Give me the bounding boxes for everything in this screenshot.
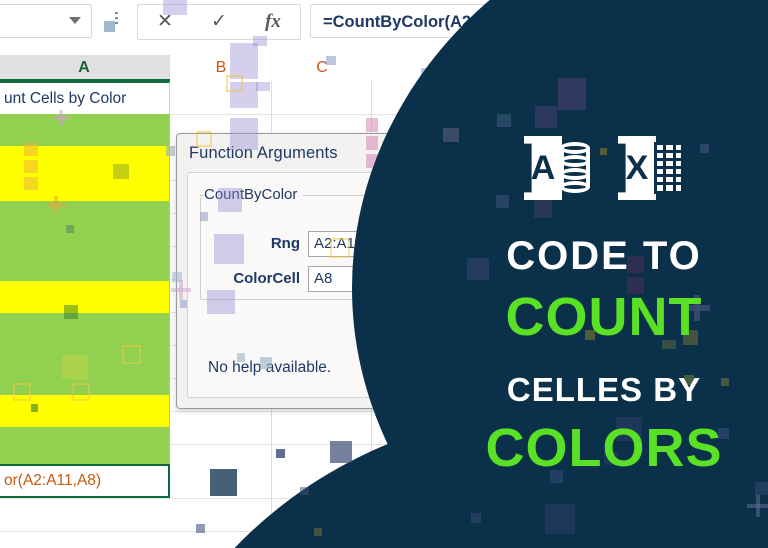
decor-square bbox=[314, 528, 322, 536]
cell-a11-active[interactable]: or(A2:A11,A8) bbox=[0, 464, 170, 498]
decor-square-outline bbox=[122, 345, 141, 364]
argument-value-colorcell: A8 bbox=[314, 270, 333, 287]
headline-line-3: CELLES BY bbox=[506, 371, 702, 408]
decor-square bbox=[180, 300, 187, 308]
decor-square bbox=[218, 188, 242, 212]
dots-icon bbox=[115, 12, 118, 24]
decor-plus bbox=[53, 110, 69, 126]
headline-line-2: COUNT bbox=[505, 287, 703, 347]
cell-a2[interactable] bbox=[0, 114, 170, 146]
decor-square bbox=[196, 524, 205, 533]
name-box[interactable] bbox=[0, 4, 92, 38]
decor-square bbox=[276, 449, 285, 458]
column-header-a-label: A bbox=[78, 59, 90, 76]
decor-square bbox=[300, 487, 309, 495]
decor-square bbox=[230, 43, 258, 79]
decor-square bbox=[24, 160, 38, 173]
decor-square bbox=[166, 146, 175, 156]
argument-label-colorcell: ColorCell bbox=[233, 270, 300, 287]
insert-function-icon[interactable]: fx bbox=[246, 5, 300, 39]
decor-square bbox=[210, 469, 237, 496]
decor-square bbox=[260, 357, 272, 369]
excel-grid-glyph bbox=[654, 142, 684, 194]
decor-square-outline bbox=[196, 131, 212, 147]
promo-overlay: A X CODE TO COUNT CELLES BY COLORS bbox=[440, 0, 768, 548]
decor-square-outline bbox=[13, 383, 31, 401]
cell-a10[interactable] bbox=[0, 427, 170, 464]
cell-a1[interactable]: unt Cells by Color bbox=[0, 81, 170, 114]
decor-square-outline bbox=[72, 383, 90, 401]
decor-square bbox=[256, 82, 270, 91]
spreadsheet-grid-icon bbox=[654, 142, 684, 194]
decor-square-outline bbox=[226, 75, 243, 92]
decor-square bbox=[326, 56, 336, 65]
decor-square bbox=[253, 36, 267, 46]
decor-square bbox=[214, 234, 244, 264]
enter-formula-icon[interactable]: ✓ bbox=[192, 5, 246, 39]
decor-square-outline bbox=[330, 238, 350, 258]
decor-square bbox=[163, 0, 187, 15]
decor-square bbox=[62, 355, 88, 379]
mini-box-icon bbox=[104, 21, 115, 32]
insert-function-mini-icon[interactable] bbox=[104, 12, 118, 32]
cell-a4[interactable] bbox=[0, 201, 170, 281]
column-header-b-label: B bbox=[215, 59, 227, 76]
decor-square bbox=[366, 118, 378, 132]
decor-square bbox=[200, 212, 208, 221]
access-letter: A bbox=[530, 148, 556, 187]
headline-line-1: CODE TO bbox=[506, 234, 702, 278]
decor-square bbox=[64, 305, 78, 319]
cell-a6[interactable] bbox=[0, 281, 170, 313]
decor-square bbox=[113, 164, 129, 179]
cell-a1-value: unt Cells by Color bbox=[4, 89, 127, 107]
decor-square bbox=[366, 136, 378, 150]
chevron-down-icon[interactable] bbox=[69, 17, 81, 24]
microsoft-access-icon: A bbox=[524, 134, 590, 202]
column-header-a[interactable]: A bbox=[0, 55, 170, 81]
screenshot-canvas: ✕ ✓ fx =CountByColor(A2:A11,A8) A B C D bbox=[0, 0, 768, 548]
decor-square bbox=[24, 143, 38, 156]
microsoft-excel-icon: X bbox=[618, 134, 684, 202]
cell-a11-value: or(A2:A11,A8) bbox=[4, 472, 102, 489]
decor-plus bbox=[47, 196, 65, 214]
access-database-glyph bbox=[560, 142, 590, 194]
decor-square bbox=[207, 290, 235, 314]
decor-square bbox=[230, 118, 258, 150]
database-cylinder-icon bbox=[560, 142, 590, 194]
decor-square bbox=[24, 177, 38, 190]
decor-square bbox=[237, 353, 245, 362]
formula-action-buttons: ✕ ✓ fx bbox=[137, 4, 301, 40]
decor-square bbox=[330, 441, 352, 463]
column-header-c[interactable]: C bbox=[272, 55, 372, 81]
office-icons-row: A X bbox=[440, 133, 768, 203]
decor-plus bbox=[171, 280, 191, 300]
decor-square bbox=[66, 225, 74, 233]
decor-square bbox=[31, 404, 38, 412]
excel-letter: X bbox=[625, 148, 649, 187]
headline-line-4: COLORS bbox=[485, 418, 723, 478]
